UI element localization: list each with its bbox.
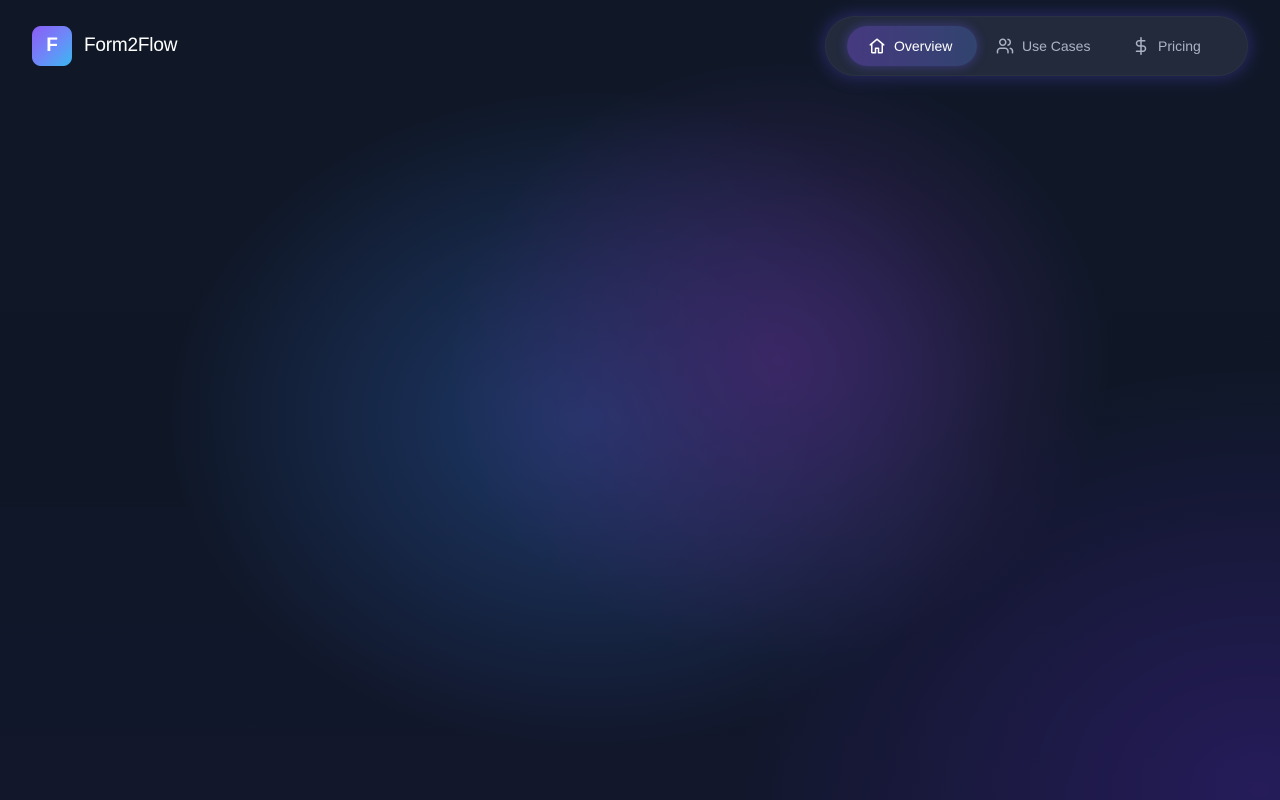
brand-logo: F xyxy=(32,26,72,66)
main-nav: Overview Use Cases Pricing xyxy=(825,16,1248,76)
nav-item-label: Use Cases xyxy=(1022,38,1091,54)
nav-item-pricing[interactable]: Pricing xyxy=(1123,26,1223,66)
nav-item-label: Overview xyxy=(894,38,953,54)
nav-item-overview[interactable]: Overview xyxy=(847,26,977,66)
background-glow-blue xyxy=(0,0,1280,800)
page-background xyxy=(0,0,1280,800)
brand-home-link[interactable]: F Form2Flow xyxy=(32,26,177,66)
top-header: F Form2Flow Overview Use Cases Pricing xyxy=(0,0,1280,92)
brand-name: Form2Flow xyxy=(84,35,178,56)
background-glow-purple xyxy=(0,0,1280,800)
nav-item-use-cases[interactable]: Use Cases xyxy=(987,26,1105,66)
dollar-icon xyxy=(1132,37,1150,55)
nav-item-label: Pricing xyxy=(1158,38,1201,54)
home-icon xyxy=(868,37,886,55)
users-icon xyxy=(996,37,1014,55)
